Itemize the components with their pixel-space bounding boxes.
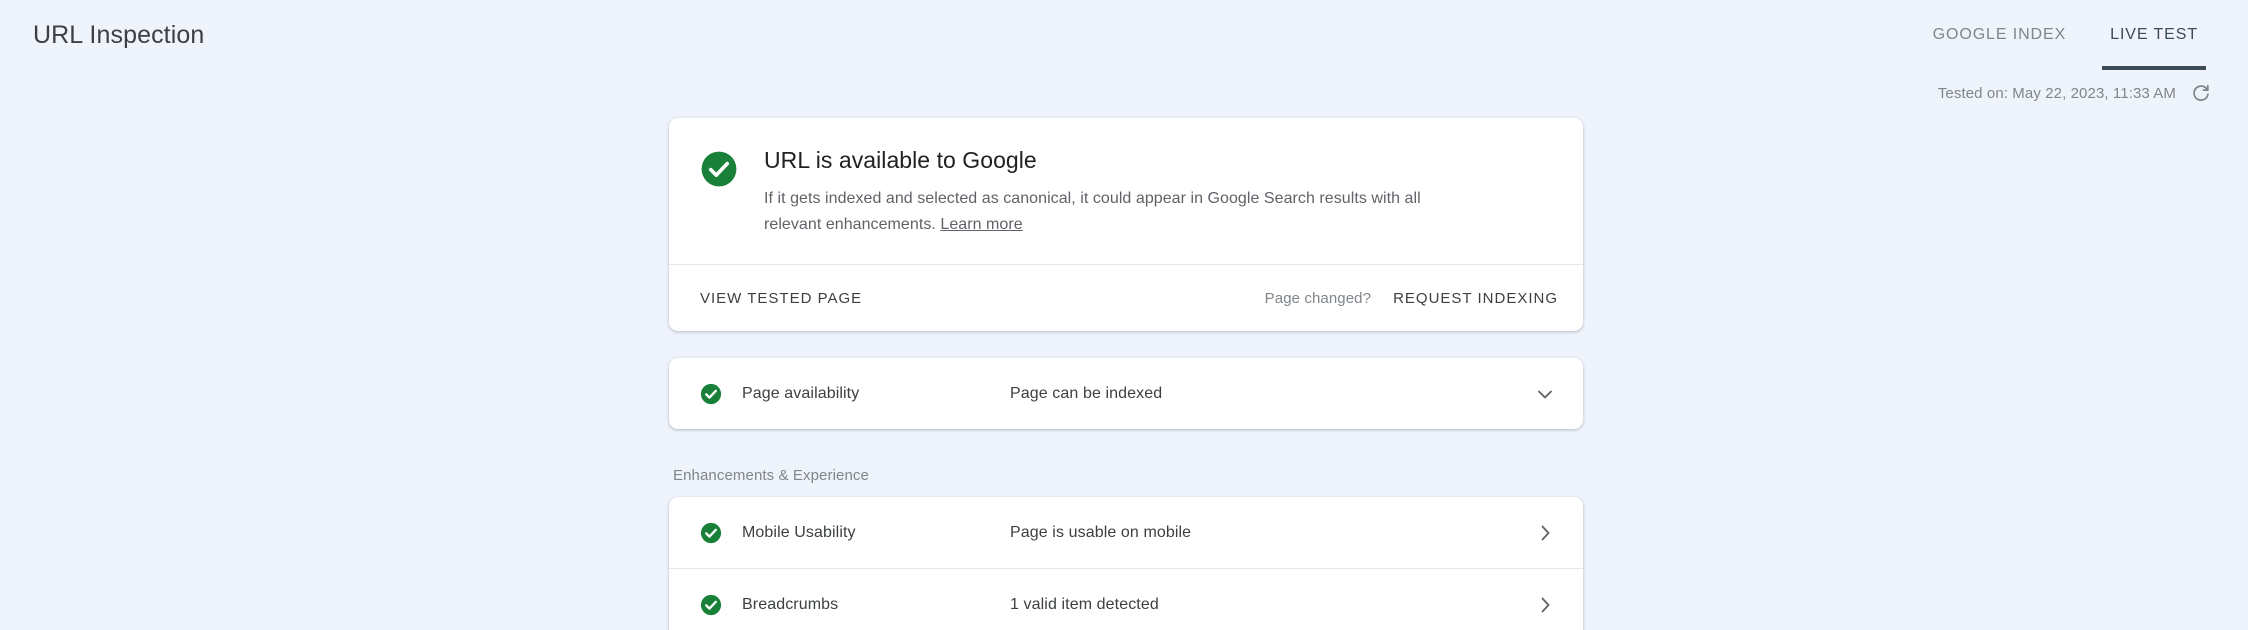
url-inspection-page: URL Inspection GOOGLE INDEX LIVE TEST Te… (0, 0, 2248, 630)
view-tested-page-button[interactable]: VIEW TESTED PAGE (700, 282, 862, 315)
page-changed-label: Page changed? (1264, 289, 1372, 307)
check-circle-icon (700, 150, 738, 237)
tab-live-test-label: LIVE TEST (2110, 26, 2198, 43)
main-content: Tested on: May 22, 2023, 11:33 AM URL is… (0, 70, 2248, 630)
tab-live-test[interactable]: LIVE TEST (2088, 0, 2220, 70)
tested-on-row: Tested on: May 22, 2023, 11:33 AM (0, 70, 2248, 116)
enhancement-row-breadcrumbs[interactable]: Breadcrumbs 1 valid item detected (669, 569, 1583, 630)
page-availability-status: Page can be indexed (1010, 384, 1163, 402)
tab-bar: GOOGLE INDEX LIVE TEST (1911, 0, 2220, 70)
check-circle-icon (700, 383, 722, 405)
page-title: URL Inspection (33, 21, 205, 49)
url-status-texts: URL is available to Google If it gets in… (764, 146, 1454, 237)
enhancement-row-mobile-usability[interactable]: Mobile Usability Page is usable on mobil… (669, 497, 1583, 568)
actions-right-group: Page changed? REQUEST INDEXING (1265, 282, 1558, 315)
url-status-description-text: If it gets indexed and selected as canon… (764, 189, 1421, 233)
enhancements-card: Mobile Usability Page is usable on mobil… (669, 497, 1583, 630)
learn-more-link[interactable]: Learn more (940, 216, 1022, 233)
url-status-card: URL is available to Google If it gets in… (669, 118, 1583, 332)
url-status-title: URL is available to Google (764, 147, 1037, 173)
enhancements-section-label: Enhancements & Experience (673, 467, 869, 485)
url-status-body: URL is available to Google If it gets in… (669, 118, 1583, 264)
tab-google-index-label: GOOGLE INDEX (1932, 26, 2067, 43)
refresh-icon[interactable] (2189, 82, 2211, 104)
check-circle-icon (700, 522, 722, 544)
chevron-down-icon[interactable] (1533, 382, 1557, 406)
page-availability-row[interactable]: Page availability Page can be indexed (669, 358, 1583, 429)
enhancement-label: Breadcrumbs (742, 595, 839, 613)
page-header: URL Inspection GOOGLE INDEX LIVE TEST (0, 0, 2248, 70)
cards-column: URL is available to Google If it gets in… (669, 118, 1583, 630)
request-indexing-button[interactable]: REQUEST INDEXING (1393, 282, 1558, 315)
chevron-right-icon[interactable] (1533, 593, 1557, 617)
enhancement-label: Mobile Usability (742, 523, 856, 541)
url-status-description: If it gets indexed and selected as canon… (764, 186, 1454, 238)
page-availability-label: Page availability (742, 384, 860, 402)
url-status-actions: VIEW TESTED PAGE Page changed? REQUEST I… (669, 265, 1583, 331)
check-circle-icon (700, 594, 722, 616)
chevron-right-icon[interactable] (1533, 521, 1557, 545)
page-availability-card: Page availability Page can be indexed (669, 358, 1583, 430)
enhancement-status: 1 valid item detected (1010, 595, 1159, 613)
tested-on-label: Tested on: May 22, 2023, 11:33 AM (1937, 84, 2176, 102)
tab-google-index[interactable]: GOOGLE INDEX (1911, 0, 2089, 70)
enhancement-status: Page is usable on mobile (1010, 523, 1192, 541)
